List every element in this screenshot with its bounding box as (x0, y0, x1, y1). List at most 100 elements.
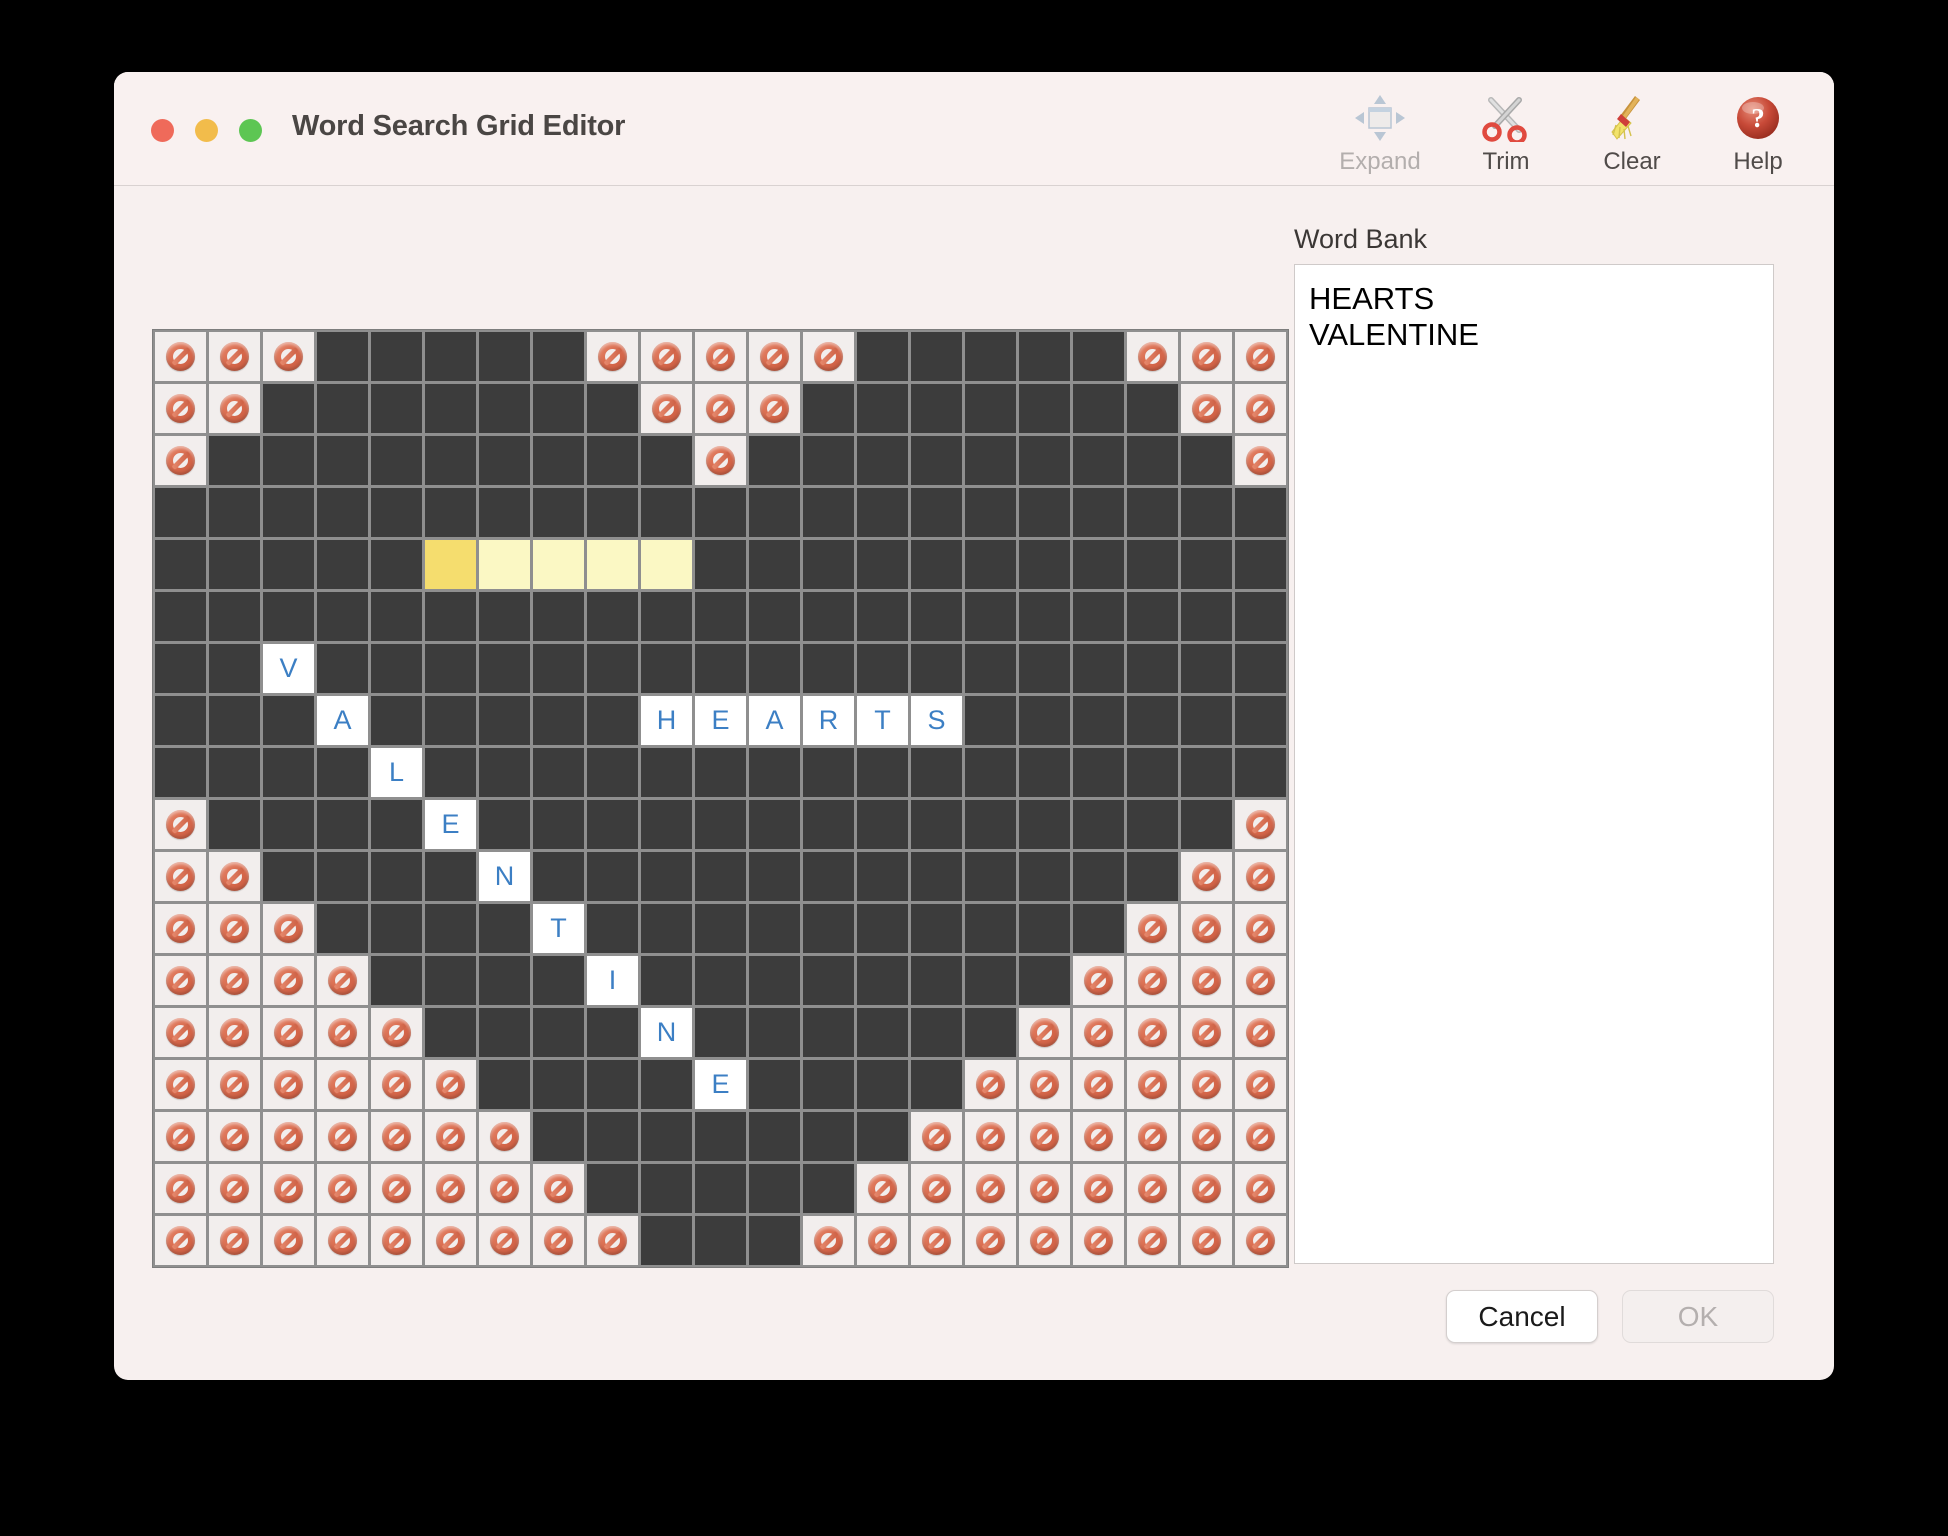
grid-cell-letter[interactable]: N (641, 1008, 692, 1057)
grid-cell-blocked[interactable] (371, 1216, 422, 1265)
grid-cell-open[interactable] (533, 1060, 584, 1109)
grid-cell-open[interactable] (911, 904, 962, 953)
grid-cell-open[interactable] (533, 644, 584, 693)
grid-cell-open[interactable] (1019, 488, 1070, 537)
grid-cell-open[interactable] (479, 592, 530, 641)
grid-cell-letter[interactable]: S (911, 696, 962, 745)
grid-cell-open[interactable] (371, 332, 422, 381)
grid-cell-blocked[interactable] (965, 1112, 1016, 1161)
grid-cell-open[interactable] (533, 852, 584, 901)
grid-cell-open[interactable] (695, 748, 746, 797)
grid-cell-open[interactable] (803, 1060, 854, 1109)
grid-cell-open[interactable] (587, 488, 638, 537)
grid-cell-open[interactable] (911, 436, 962, 485)
grid-cell-open[interactable] (857, 748, 908, 797)
grid-cell-open[interactable] (479, 1008, 530, 1057)
grid-cell-blocked[interactable] (1235, 956, 1286, 1005)
grid-cell-open[interactable] (641, 800, 692, 849)
grid-cell-open[interactable] (695, 1112, 746, 1161)
grid-cell-blocked[interactable] (209, 904, 260, 953)
grid-cell-letter[interactable]: V (263, 644, 314, 693)
grid-cell-blocked[interactable] (317, 1060, 368, 1109)
grid-cell-letter[interactable]: E (695, 1060, 746, 1109)
grid-cell-letter[interactable]: T (857, 696, 908, 745)
grid-cell-blocked[interactable] (695, 332, 746, 381)
grid-cell-blocked[interactable] (911, 1164, 962, 1213)
grid-cell-open[interactable] (965, 488, 1016, 537)
grid-cell-blocked[interactable] (1181, 1164, 1232, 1213)
grid-cell-open[interactable] (1127, 852, 1178, 901)
grid-cell-open[interactable] (1019, 852, 1070, 901)
grid-cell-blocked[interactable] (641, 384, 692, 433)
grid-cell-open[interactable] (533, 384, 584, 433)
grid-cell-open[interactable] (1127, 644, 1178, 693)
grid-cell-blocked[interactable] (1127, 956, 1178, 1005)
grid-cell-open[interactable] (695, 904, 746, 953)
grid-cell-open[interactable] (749, 904, 800, 953)
grid-cell-open[interactable] (965, 540, 1016, 589)
grid-cell-open[interactable] (533, 956, 584, 1005)
grid-cell-open[interactable] (1019, 592, 1070, 641)
trim-button[interactable]: Trim (1460, 92, 1552, 176)
grid-cell-open[interactable] (965, 852, 1016, 901)
grid-cell-blocked[interactable] (263, 1164, 314, 1213)
grid-cell-open[interactable] (587, 1164, 638, 1213)
grid-cell-open[interactable] (533, 1008, 584, 1057)
grid-cell-open[interactable] (1019, 332, 1070, 381)
grid-cell-open[interactable] (857, 1112, 908, 1161)
grid-cell-open[interactable] (371, 436, 422, 485)
grid-cell-blocked[interactable] (857, 1216, 908, 1265)
grid-cell-blocked[interactable] (965, 1164, 1016, 1213)
grid-cell-open[interactable] (911, 332, 962, 381)
grid-cell-blocked[interactable] (209, 1060, 260, 1109)
grid-cell-open[interactable] (371, 592, 422, 641)
grid-cell-blocked[interactable] (209, 1216, 260, 1265)
grid-cell-open[interactable] (1235, 592, 1286, 641)
grid-cell-open[interactable] (803, 592, 854, 641)
grid-cell-blocked[interactable] (965, 1216, 1016, 1265)
grid-cell-open[interactable] (1073, 384, 1124, 433)
grid-cell-open[interactable] (641, 1164, 692, 1213)
grid-cell-open[interactable] (371, 644, 422, 693)
grid-cell-open[interactable] (587, 384, 638, 433)
grid-cell-blocked[interactable] (533, 1216, 584, 1265)
grid-cell-open[interactable] (479, 644, 530, 693)
grid-cell-open[interactable] (425, 644, 476, 693)
grid-cell-open[interactable] (479, 956, 530, 1005)
grid-cell-blocked[interactable] (749, 332, 800, 381)
grid-cell-blocked[interactable] (425, 1164, 476, 1213)
grid-cell-open[interactable] (479, 436, 530, 485)
grid-cell-open[interactable] (695, 1164, 746, 1213)
grid-cell-open[interactable] (425, 956, 476, 1005)
grid-cell-blocked[interactable] (479, 1112, 530, 1161)
grid-cell-blocked[interactable] (1019, 1164, 1070, 1213)
word-bank-textarea[interactable]: HEARTS VALENTINE (1294, 264, 1774, 1264)
grid-cell-blocked[interactable] (1181, 904, 1232, 953)
grid-cell-open[interactable] (371, 384, 422, 433)
grid-cell-selected[interactable] (533, 540, 584, 589)
grid-cell-blocked[interactable] (1235, 1112, 1286, 1161)
grid-cell-open[interactable] (641, 956, 692, 1005)
grid-cell-open[interactable] (911, 644, 962, 693)
grid-cell-open[interactable] (155, 748, 206, 797)
grid-cell-open[interactable] (1127, 800, 1178, 849)
grid-cell-blocked[interactable] (209, 956, 260, 1005)
grid-cell-blocked[interactable] (263, 332, 314, 381)
grid-cell-open[interactable] (371, 904, 422, 953)
grid-cell-selected[interactable] (641, 540, 692, 589)
grid-cell-open[interactable] (857, 1008, 908, 1057)
grid-cell-open[interactable] (587, 904, 638, 953)
grid-cell-letter[interactable]: N (479, 852, 530, 901)
grid-cell-open[interactable] (695, 956, 746, 1005)
grid-cell-blocked[interactable] (317, 956, 368, 1005)
grid-cell-blocked[interactable] (479, 1164, 530, 1213)
ok-button[interactable]: OK (1622, 1290, 1774, 1343)
grid-cell-blocked[interactable] (1127, 1060, 1178, 1109)
grid-cell-open[interactable] (911, 592, 962, 641)
grid-cell-open[interactable] (479, 904, 530, 953)
grid-cell-open[interactable] (1019, 800, 1070, 849)
grid-cell-blocked[interactable] (1181, 1060, 1232, 1109)
grid-cell-open[interactable] (317, 540, 368, 589)
grid-cell-open[interactable] (857, 800, 908, 849)
grid-cell-open[interactable] (1019, 748, 1070, 797)
